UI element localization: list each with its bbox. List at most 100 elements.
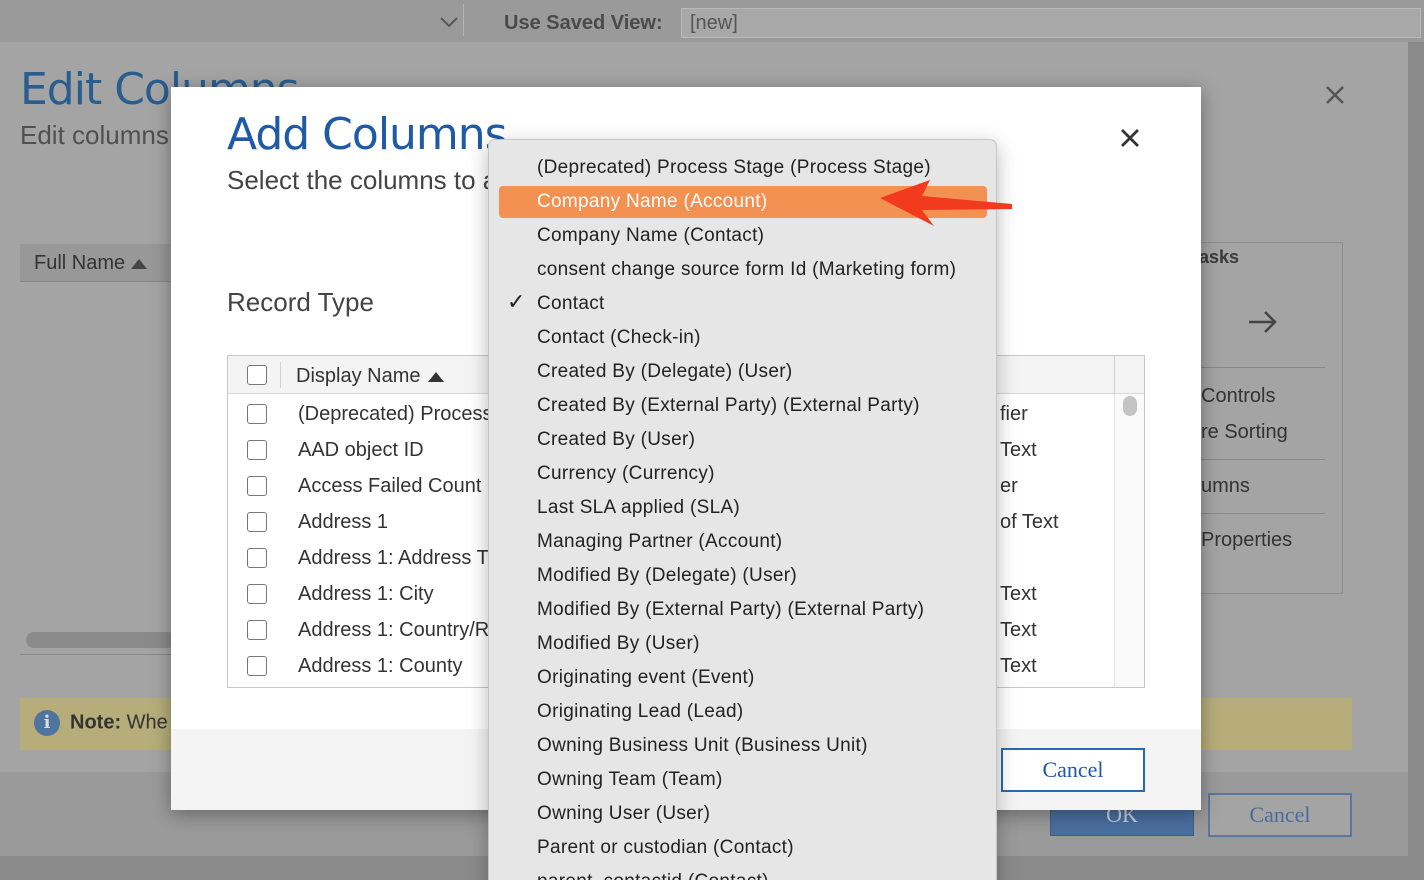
dropdown-option-label: Contact xyxy=(537,293,605,314)
row-type: Text xyxy=(1000,619,1037,641)
row-checkbox[interactable] xyxy=(247,548,267,568)
row-type: Text xyxy=(1000,439,1037,461)
dropdown-option[interactable]: Created By (Delegate) (User) xyxy=(499,356,987,388)
dropdown-option[interactable]: Parent or custodian (Contact) xyxy=(499,832,987,864)
divider xyxy=(1193,513,1325,514)
dropdown-option-label: Managing Partner (Account) xyxy=(537,531,783,552)
dropdown-option[interactable]: Originating event (Event) xyxy=(499,662,987,694)
dropdown-option-label: Originating event (Event) xyxy=(537,667,755,688)
info-icon: i xyxy=(34,710,60,736)
row-display-name: Address 1: Country/Re xyxy=(298,619,501,641)
dropdown-option[interactable]: parent_contactid (Contact) xyxy=(499,866,987,880)
divider xyxy=(1114,356,1115,394)
row-checkbox[interactable] xyxy=(247,476,267,496)
dropdown-option[interactable]: Last SLA applied (SLA) xyxy=(499,492,987,524)
saved-view-label: Use Saved View: xyxy=(504,12,663,34)
row-checkbox[interactable] xyxy=(247,620,267,640)
dropdown-option[interactable]: Modified By (User) xyxy=(499,628,987,660)
record-type-label: Record Type xyxy=(227,287,374,317)
cancel-button[interactable]: Cancel xyxy=(1001,748,1145,792)
dropdown-option[interactable]: Currency (Currency) xyxy=(499,458,987,490)
saved-view-bar: Use Saved View: [new] xyxy=(0,0,1424,42)
annotation-arrow-icon xyxy=(880,180,1012,226)
row-checkbox[interactable] xyxy=(247,404,267,424)
row-checkbox[interactable] xyxy=(247,584,267,604)
task-columns[interactable]: umns xyxy=(1201,475,1250,498)
row-display-name: (Deprecated) Process xyxy=(298,403,493,425)
row-checkbox[interactable] xyxy=(247,656,267,676)
dropdown-option[interactable]: Owning Team (Team) xyxy=(499,764,987,796)
row-display-name: Address 1: County xyxy=(298,655,463,677)
dropdown-option[interactable]: consent change source form Id (Marketing… xyxy=(499,254,987,286)
dropdown-option[interactable]: Created By (External Party) (External Pa… xyxy=(499,390,987,422)
chevron-down-icon[interactable] xyxy=(438,11,460,33)
horizontal-scrollbar[interactable] xyxy=(26,632,176,648)
dropdown-option[interactable]: Owning Business Unit (Business Unit) xyxy=(499,730,987,762)
dropdown-option-label: Currency (Currency) xyxy=(537,463,715,484)
row-type: Text xyxy=(1000,583,1037,605)
task-sorting[interactable]: re Sorting xyxy=(1201,421,1288,444)
dropdown-option-label: Created By (External Party) (External Pa… xyxy=(537,395,920,416)
edit-columns-subtitle: Edit columns xyxy=(20,120,169,150)
dropdown-option-label: Company Name (Contact) xyxy=(537,225,765,246)
divider xyxy=(280,362,281,388)
row-display-name: Address 1 xyxy=(298,511,389,533)
close-icon[interactable] xyxy=(1324,80,1346,114)
common-tasks-panel: asks Controls re Sorting umns Properties xyxy=(1192,242,1343,594)
dropdown-option-label: Modified By (Delegate) (User) xyxy=(537,565,798,586)
row-type: er xyxy=(1000,475,1018,497)
close-icon[interactable] xyxy=(1119,123,1141,157)
vertical-scrollbar[interactable] xyxy=(1114,394,1144,687)
display-name-column-header[interactable]: Display Name xyxy=(296,365,445,388)
row-type: of Text xyxy=(1000,511,1059,533)
row-display-name: Access Failed Count xyxy=(298,475,482,497)
dropdown-option[interactable]: Contact (Check-in) xyxy=(499,322,987,354)
dropdown-option-label: consent change source form Id (Marketing… xyxy=(537,259,957,280)
dropdown-option[interactable]: Managing Partner (Account) xyxy=(499,526,987,558)
dropdown-option-label: parent_contactid (Contact) xyxy=(537,871,769,880)
row-type: Text xyxy=(1000,655,1037,677)
add-columns-subtitle: Select the columns to a xyxy=(227,165,498,195)
saved-view-select[interactable]: [new] xyxy=(681,8,1421,38)
dropdown-option-label: Contact (Check-in) xyxy=(537,327,701,348)
row-display-name: Address 1: City xyxy=(298,583,434,605)
divider xyxy=(1193,459,1325,460)
dropdown-option-label: Last SLA applied (SLA) xyxy=(537,497,741,518)
dropdown-option[interactable]: Originating Lead (Lead) xyxy=(499,696,987,728)
column-header-label: Full Name xyxy=(34,252,126,274)
cancel-button[interactable]: Cancel xyxy=(1208,793,1352,837)
note-text: Whe xyxy=(126,711,168,734)
dropdown-option-label: Created By (User) xyxy=(537,429,696,450)
dropdown-option-label: Owning Team (Team) xyxy=(537,769,723,790)
dropdown-option[interactable]: ✓ Contact xyxy=(499,288,987,320)
dropdown-option-label: Owning Business Unit (Business Unit) xyxy=(537,735,868,756)
divider xyxy=(463,4,464,36)
row-checkbox[interactable] xyxy=(247,440,267,460)
arrow-right-icon[interactable] xyxy=(1247,305,1279,345)
sort-asc-icon xyxy=(131,259,148,269)
dropdown-option-label: Modified By (External Party) (External P… xyxy=(537,599,925,620)
dropdown-option-label: Modified By (User) xyxy=(537,633,700,654)
sort-asc-icon xyxy=(428,372,445,382)
tasks-header: asks xyxy=(1199,247,1240,267)
dropdown-option[interactable]: Modified By (External Party) (External P… xyxy=(499,594,987,626)
note-label: Note: xyxy=(70,711,122,734)
dropdown-option-label: Originating Lead (Lead) xyxy=(537,701,744,722)
row-checkbox[interactable] xyxy=(247,512,267,532)
scrollbar-thumb[interactable] xyxy=(1123,396,1137,416)
checkmark-icon: ✓ xyxy=(507,290,526,315)
select-all-checkbox[interactable] xyxy=(247,365,267,385)
record-type-dropdown[interactable]: (Deprecated) Process Stage (Process Stag… xyxy=(488,139,997,880)
full-name-column-header[interactable]: Full Name xyxy=(20,244,170,282)
divider xyxy=(1193,367,1325,368)
task-controls[interactable]: Controls xyxy=(1201,385,1275,408)
dropdown-option[interactable]: Modified By (Delegate) (User) xyxy=(499,560,987,592)
divider xyxy=(20,654,172,655)
row-type: fier xyxy=(1000,403,1028,425)
dropdown-option[interactable]: Created By (User) xyxy=(499,424,987,456)
task-properties[interactable]: Properties xyxy=(1201,529,1292,552)
display-name-header-label: Display Name xyxy=(296,365,421,387)
dropdown-option-label: Created By (Delegate) (User) xyxy=(537,361,793,382)
dropdown-option[interactable]: Owning User (User) xyxy=(499,798,987,830)
dropdown-option-label: Parent or custodian (Contact) xyxy=(537,837,794,858)
